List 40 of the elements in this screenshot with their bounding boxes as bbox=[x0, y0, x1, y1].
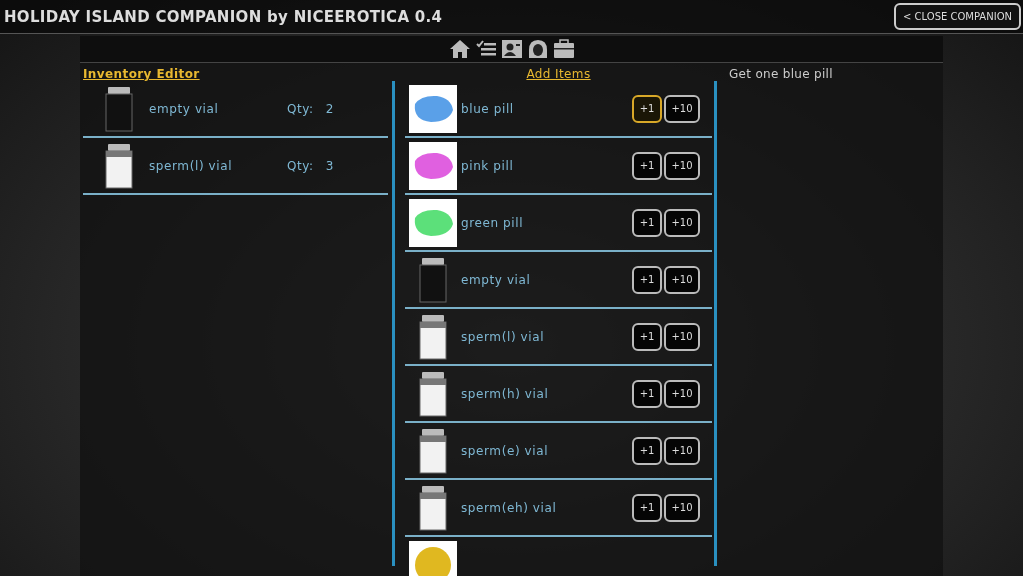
add-ten-button[interactable]: +10 bbox=[664, 322, 700, 351]
profile-icon bbox=[526, 39, 549, 59]
inventory-editor-link[interactable]: Inventory Editor bbox=[83, 67, 200, 81]
add-one-button[interactable]: +1 bbox=[632, 379, 662, 408]
add-ten-button[interactable]: +10 bbox=[664, 208, 700, 237]
add-ten-button[interactable]: +10 bbox=[664, 94, 700, 123]
item-name: green pill bbox=[461, 215, 525, 230]
qty-label: Qty: bbox=[286, 101, 314, 116]
add-one-button[interactable]: +1 bbox=[632, 322, 662, 351]
home-icon bbox=[448, 39, 471, 59]
add-one-button[interactable]: +1 bbox=[632, 436, 662, 465]
item-name: sperm(h) vial bbox=[461, 386, 550, 401]
qty-value: 3 bbox=[325, 158, 334, 173]
add-one-button[interactable]: +1 bbox=[632, 151, 662, 180]
item-description: Get one blue pill bbox=[729, 67, 833, 83]
inventory-icon bbox=[552, 39, 575, 59]
qty-label: Qty: bbox=[286, 158, 314, 173]
close-companion-button[interactable]: < CLOSE COMPANION bbox=[894, 3, 1021, 30]
add-ten-button[interactable]: +10 bbox=[664, 265, 700, 294]
qty-value: 2 bbox=[325, 101, 334, 116]
item-name: blue pill bbox=[461, 101, 515, 116]
item-name: sperm(l) vial bbox=[461, 329, 546, 344]
add-one-button[interactable]: +1 bbox=[632, 493, 662, 522]
item-name: sperm(l) vial bbox=[149, 158, 234, 173]
app-title: HOLIDAY ISLAND COMPANION by NICEEROTICA 0.4 bbox=[4, 7, 443, 26]
item-name: sperm(e) vial bbox=[461, 443, 550, 458]
add-ten-button[interactable]: +10 bbox=[664, 151, 700, 180]
item-name: sperm(eh) vial bbox=[461, 500, 558, 515]
add-one-button[interactable]: +1 bbox=[632, 94, 662, 123]
add-ten-button[interactable]: +10 bbox=[664, 493, 700, 522]
item-name: pink pill bbox=[461, 158, 515, 173]
checklist-icon bbox=[474, 39, 497, 59]
add-ten-button[interactable]: +10 bbox=[664, 379, 700, 408]
add-one-button[interactable]: +1 bbox=[632, 265, 662, 294]
item-name: empty vial bbox=[149, 101, 220, 116]
add-items-link[interactable]: Add Items bbox=[526, 67, 591, 81]
add-one-button[interactable]: +1 bbox=[632, 208, 662, 237]
contacts-icon bbox=[500, 39, 523, 59]
add-ten-button[interactable]: +10 bbox=[664, 436, 700, 465]
item-name: empty vial bbox=[461, 272, 532, 287]
